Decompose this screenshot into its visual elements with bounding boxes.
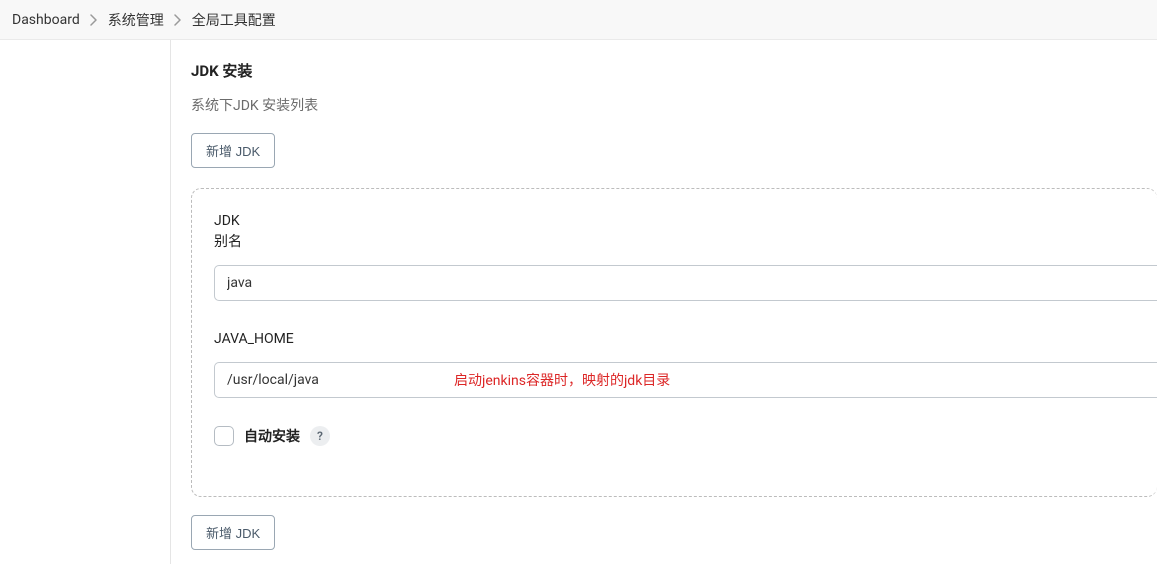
add-jdk-button-bottom[interactable]: 新增 JDK	[191, 515, 275, 550]
alias-label: 别名	[214, 234, 242, 250]
javahome-input[interactable]	[214, 362, 1157, 398]
alias-input[interactable]	[214, 265, 1157, 301]
breadcrumb: Dashboard 系统管理 全局工具配置	[0, 0, 1157, 40]
section-title: JDK 安装	[191, 60, 1157, 81]
section-subtitle: 系统下JDK 安装列表	[191, 95, 1157, 115]
auto-install-label: 自动安装	[244, 426, 300, 446]
javahome-label: JAVA_HOME	[214, 329, 1157, 350]
breadcrumb-item-system[interactable]: 系统管理	[108, 10, 164, 30]
breadcrumb-item-dashboard[interactable]: Dashboard	[12, 12, 80, 28]
breadcrumb-item-global-tool[interactable]: 全局工具配置	[192, 10, 276, 30]
chevron-right-icon	[90, 14, 98, 26]
main-content: JDK 安装 系统下JDK 安装列表 新增 JDK JDK 别名 JAVA_HO…	[170, 40, 1157, 564]
jdk-entry-header: JDK 别名	[214, 211, 1157, 253]
help-icon[interactable]: ?	[310, 426, 330, 446]
chevron-right-icon	[174, 14, 182, 26]
jdk-entry-box: JDK 别名 JAVA_HOME 启动jenkins容器时，映射的jdk目录 自…	[191, 188, 1157, 497]
add-jdk-button-top[interactable]: 新增 JDK	[191, 133, 275, 168]
auto-install-checkbox[interactable]	[214, 426, 234, 446]
auto-install-row: 自动安装 ?	[214, 426, 1157, 446]
